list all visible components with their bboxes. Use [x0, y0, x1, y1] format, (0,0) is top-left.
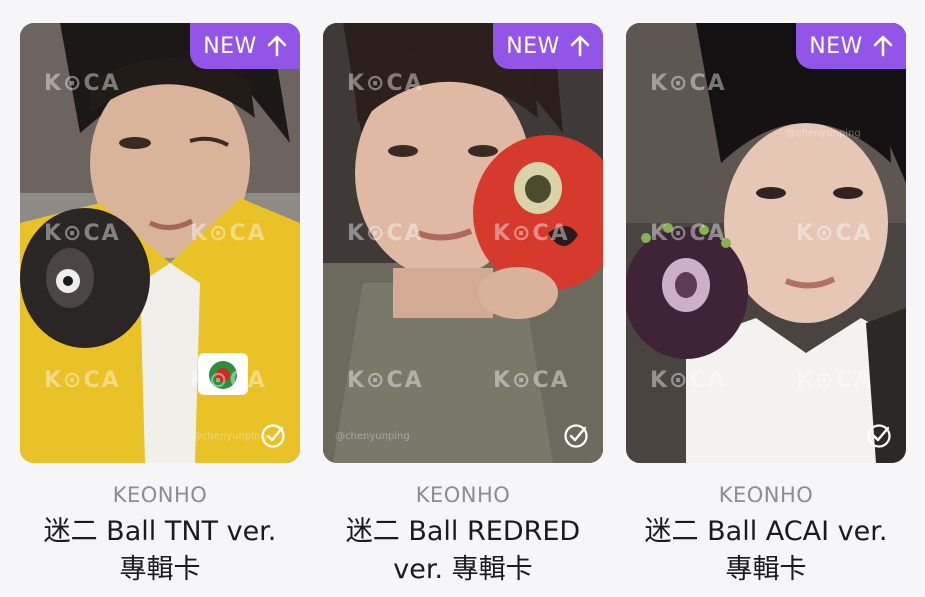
photocard-item[interactable]: K⊙CA K⊙CA K⊙CA K⊙CA K⊙CA @chenyunping NE… — [20, 23, 300, 589]
card-title-line: 迷二 Ball REDRED — [345, 516, 581, 547]
photocard-illustration — [20, 23, 300, 463]
member-name: KEONHO — [718, 483, 814, 507]
arrow-up-icon — [267, 35, 287, 57]
new-badge-label: NEW — [203, 33, 257, 59]
new-badge-label: NEW — [506, 33, 560, 59]
member-name: KEONHO — [112, 483, 208, 507]
arrow-up-icon — [570, 35, 590, 57]
card-title[interactable]: 迷二 Ball ACAI ver. 專輯卡 — [626, 513, 906, 589]
new-badge: NEW — [493, 23, 603, 69]
new-badge-label: NEW — [809, 33, 863, 59]
new-badge: NEW — [796, 23, 906, 69]
check-circle-icon[interactable] — [563, 423, 589, 449]
card-title-line: 專輯卡 — [725, 554, 807, 585]
card-title-line: 迷二 Ball ACAI ver. — [644, 516, 888, 547]
photocard-image[interactable]: K⊙CA K⊙CA K⊙CA K⊙CA K⊙CA @chenyunping NE… — [323, 23, 603, 463]
card-title[interactable]: 迷二 Ball REDRED ver. 專輯卡 — [323, 513, 603, 589]
card-title-line: 迷二 Ball TNT ver. — [43, 516, 277, 547]
photocard-illustration — [626, 23, 906, 463]
check-circle-icon[interactable] — [260, 423, 286, 449]
member-name: KEONHO — [415, 483, 511, 507]
photocard-image[interactable]: K⊙CA K⊙CA K⊙CA K⊙CA K⊙CA @chenyunping NE… — [626, 23, 906, 463]
photocard-image[interactable]: K⊙CA K⊙CA K⊙CA K⊙CA K⊙CA @chenyunping NE… — [20, 23, 300, 463]
photocard-item[interactable]: K⊙CA K⊙CA K⊙CA K⊙CA K⊙CA @chenyunping NE… — [626, 23, 906, 589]
arrow-up-icon — [873, 35, 893, 57]
card-title-line: ver. 專輯卡 — [393, 554, 533, 585]
card-title[interactable]: 迷二 Ball TNT ver. 專輯卡 — [20, 513, 300, 589]
card-title-line: 專輯卡 — [119, 554, 201, 585]
new-badge: NEW — [190, 23, 300, 69]
photocard-item[interactable]: K⊙CA K⊙CA K⊙CA K⊙CA K⊙CA @chenyunping NE… — [323, 23, 603, 589]
photocard-grid: K⊙CA K⊙CA K⊙CA K⊙CA K⊙CA @chenyunping NE… — [0, 0, 925, 597]
check-circle-icon[interactable] — [866, 423, 892, 449]
photocard-illustration — [323, 23, 603, 463]
